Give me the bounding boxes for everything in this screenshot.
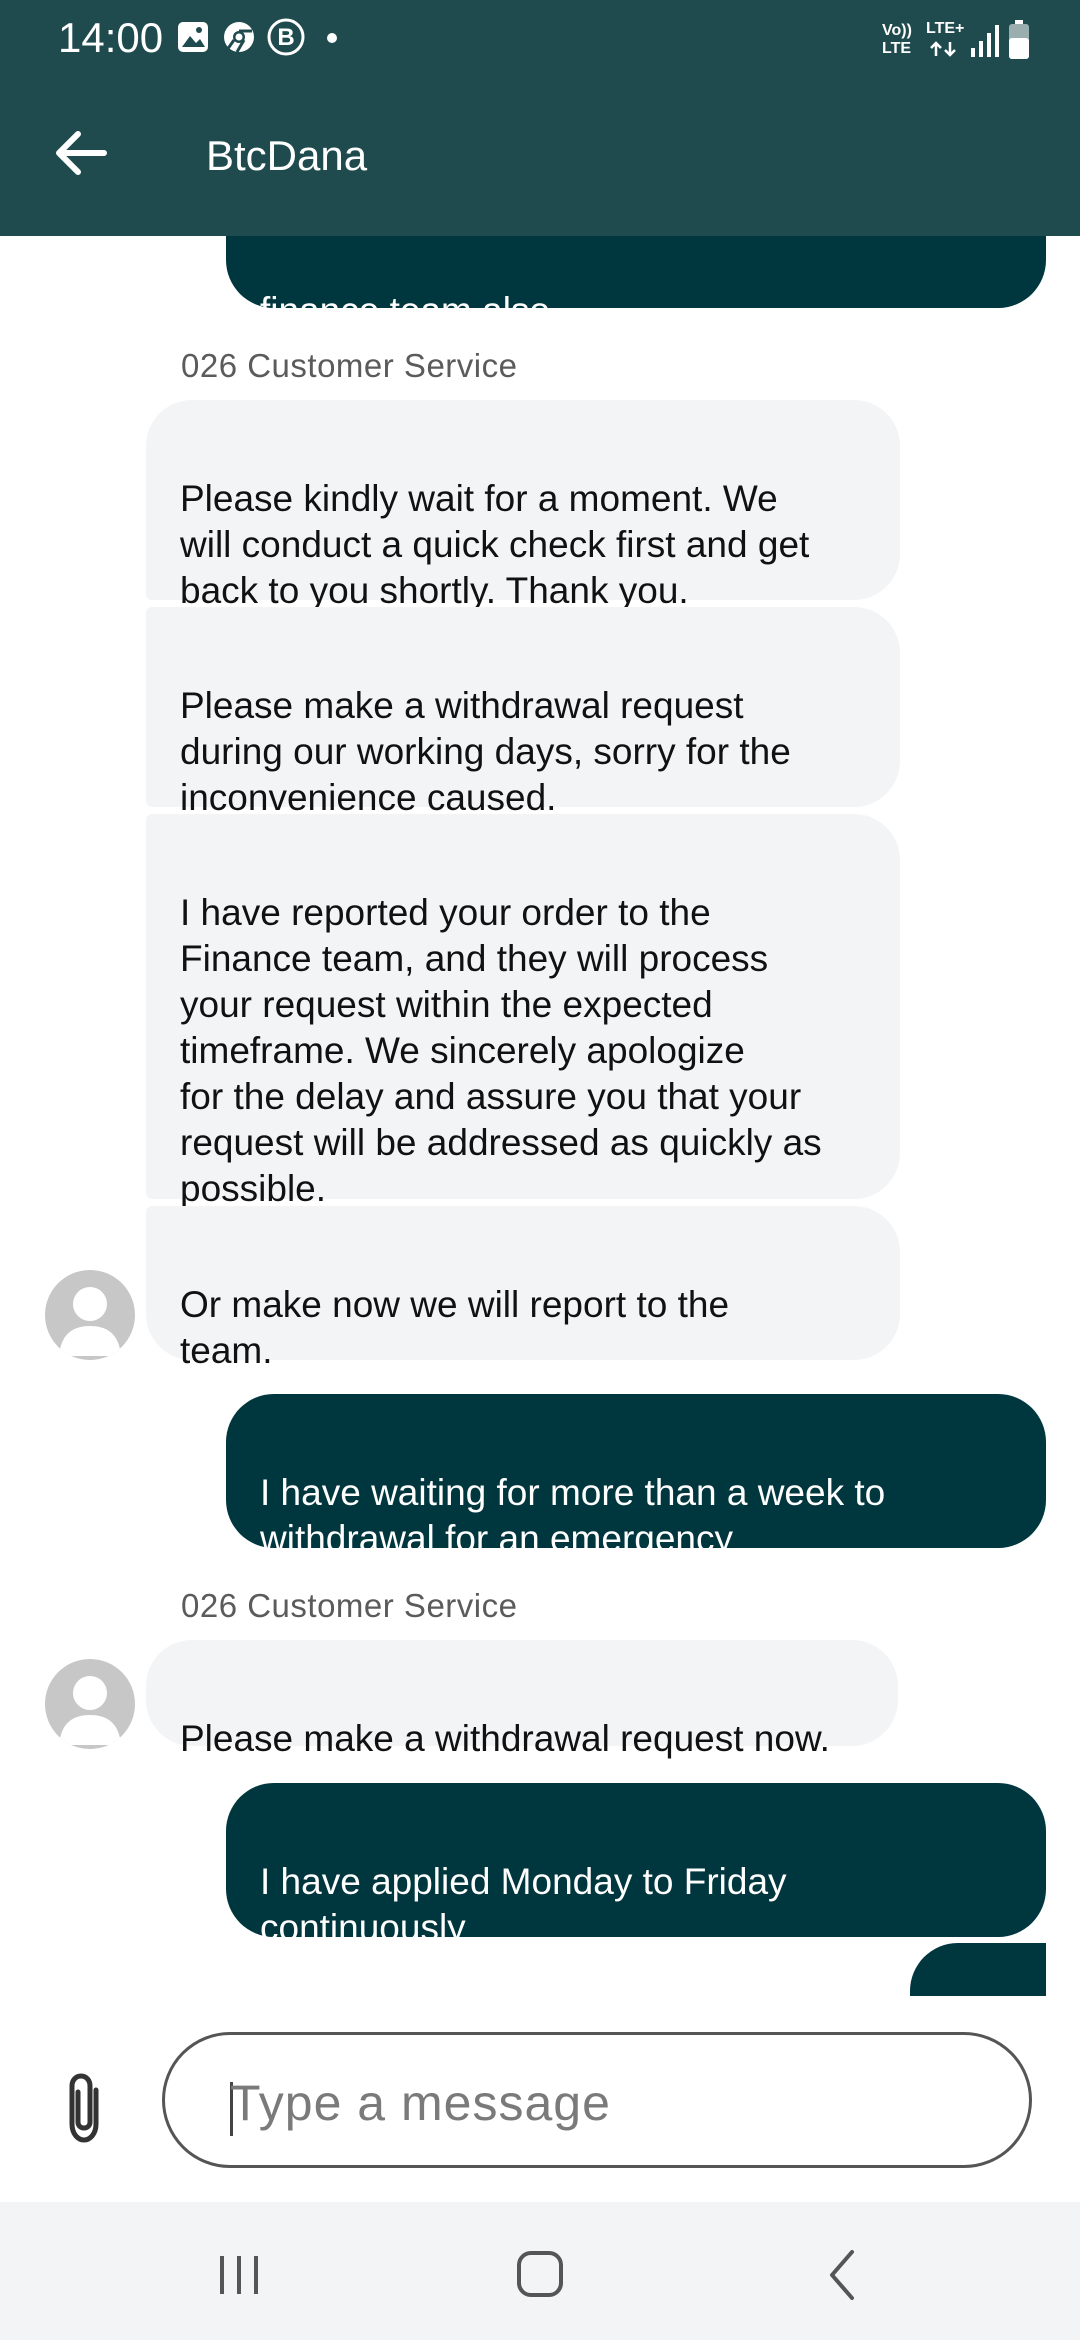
image-icon — [178, 22, 208, 52]
svg-text:B: B — [277, 24, 294, 51]
incoming-message: Or make now we will report to the team. — [146, 1206, 900, 1371]
message-input-placeholder: Type a message — [230, 2075, 611, 2131]
status-bar: 14:00 B Vo)) LTE LTE+ — [0, 0, 1080, 80]
incoming-message: Please kindly wait for a moment. We will… — [146, 400, 900, 611]
incoming-message: Please make a withdrawal request during … — [146, 607, 900, 818]
avatar — [45, 1659, 135, 1749]
incoming-message: Please make a withdrawal request now. — [146, 1640, 898, 1759]
app-header: 14:00 B Vo)) LTE LTE+ BtcDana — [0, 0, 1080, 236]
chat-message-list[interactable]: finance team also 026 Customer Service P… — [0, 236, 1080, 1996]
signal-icon — [971, 25, 999, 57]
volte-label: Vo)) LTE — [882, 22, 912, 57]
back-icon[interactable] — [808, 2248, 878, 2302]
status-time: 14:00 — [58, 14, 164, 61]
sender-name: 026 Customer Service — [181, 1587, 518, 1624]
dot-icon — [327, 33, 337, 43]
battery-icon — [1009, 20, 1029, 59]
outgoing-message: I have applied Monday to Friday continuo… — [226, 1783, 1046, 1948]
user-silhouette-icon — [59, 1287, 121, 1356]
outgoing-message: I have waiting for more than a week to w… — [226, 1394, 1046, 1559]
status-system-icons: Vo)) LTE LTE+ — [882, 18, 1032, 62]
user-silhouette-icon — [59, 1676, 121, 1745]
avatar — [45, 1270, 135, 1360]
sender-name: 026 Customer Service — [181, 347, 518, 384]
chat-title: BtcDana — [206, 132, 368, 179]
data-arrows-icon — [930, 41, 956, 57]
outgoing-message: finance team also — [226, 236, 1046, 331]
paperclip-icon[interactable] — [56, 2070, 112, 2146]
outgoing-message: o — [910, 1943, 1046, 1996]
incoming-message: I have reported your order to the Financ… — [146, 814, 900, 1209]
lte-label: LTE+ — [926, 20, 965, 37]
arrow-left-icon[interactable] — [48, 120, 114, 186]
home-icon[interactable] — [505, 2248, 575, 2302]
b-circle-icon: B — [267, 18, 305, 56]
recent-apps-icon[interactable] — [204, 2248, 274, 2302]
chrome-icon — [224, 22, 254, 53]
